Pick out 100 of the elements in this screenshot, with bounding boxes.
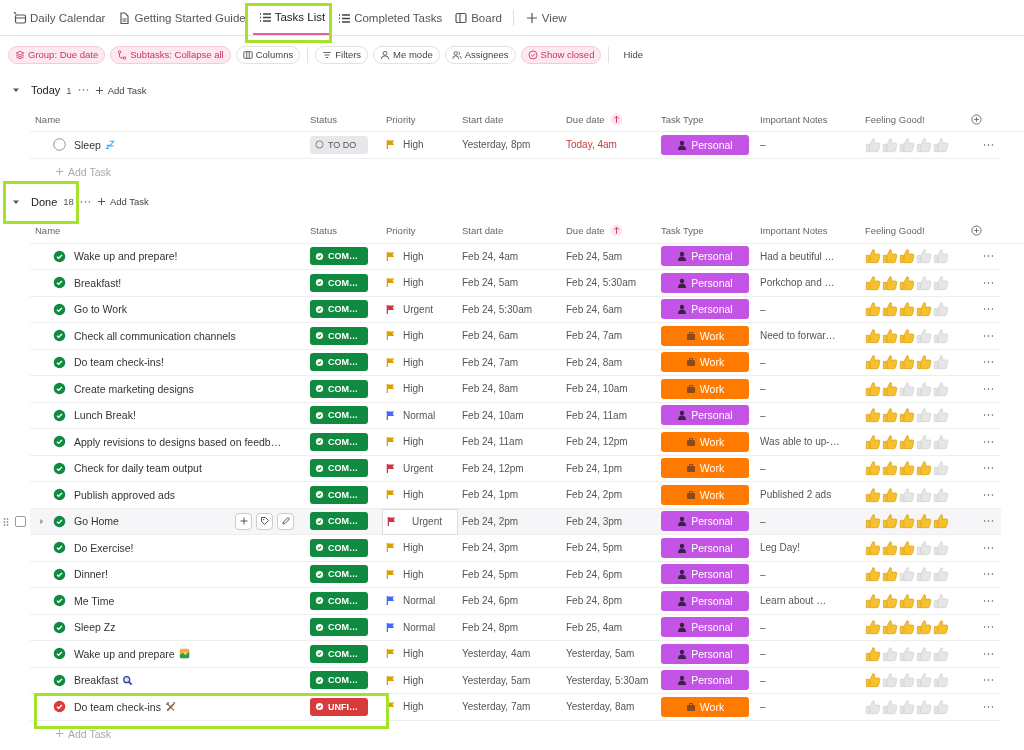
thumbs-up-icon[interactable] <box>865 248 881 265</box>
task-name[interactable]: Go to Work <box>74 303 127 316</box>
task-name[interactable]: Do team check-ins! <box>74 356 164 369</box>
empty-thumbs-up-icon[interactable] <box>933 645 949 662</box>
more-icon[interactable] <box>983 545 994 550</box>
thumbs-up-icon[interactable] <box>882 301 898 318</box>
thumbs-up-icon[interactable] <box>882 566 898 583</box>
empty-thumbs-up-icon[interactable] <box>916 248 932 265</box>
more-icon[interactable] <box>983 466 994 471</box>
empty-thumbs-up-icon[interactable] <box>916 274 932 291</box>
thumbs-up-icon[interactable] <box>865 433 881 450</box>
column-header[interactable]: Task Type <box>661 225 704 236</box>
caret-icon[interactable] <box>12 86 20 94</box>
thumbs-up-icon[interactable] <box>882 248 898 265</box>
more-icon[interactable] <box>983 280 994 285</box>
toolbar-chip[interactable]: Assignees <box>444 45 516 64</box>
thumbs-up-icon[interactable] <box>916 513 932 530</box>
empty-thumbs-up-icon[interactable] <box>933 698 949 715</box>
task-name[interactable]: Wake up and prepare! <box>74 250 178 263</box>
empty-thumbs-up-icon[interactable] <box>933 486 949 503</box>
tag-button[interactable] <box>256 512 273 530</box>
more-icon[interactable] <box>983 333 994 338</box>
thumbs-up-icon[interactable] <box>882 407 898 424</box>
empty-thumbs-up-icon[interactable] <box>899 645 915 662</box>
thumbs-up-icon[interactable] <box>865 460 881 477</box>
thumbs-up-icon[interactable] <box>899 592 915 609</box>
thumbs-up-icon[interactable] <box>865 619 881 636</box>
status-badge[interactable]: COM… <box>310 300 368 319</box>
empty-thumbs-up-icon[interactable] <box>933 433 949 450</box>
status-circle-icon[interactable] <box>53 355 66 369</box>
status-badge[interactable]: COM… <box>310 644 368 663</box>
empty-thumbs-up-icon[interactable] <box>882 136 898 153</box>
column-header[interactable]: Start date <box>462 113 504 125</box>
status-badge[interactable]: COM… <box>310 538 368 557</box>
thumbs-up-icon[interactable] <box>882 460 898 477</box>
thumbs-up-icon[interactable] <box>882 486 898 503</box>
status-circle-icon[interactable] <box>53 541 66 555</box>
thumbs-up-icon[interactable] <box>933 619 949 636</box>
toolbar-chip[interactable]: Group: Due date <box>8 45 106 64</box>
view-tab[interactable]: Daily Calendar <box>8 0 111 35</box>
status-circle-icon[interactable] <box>53 276 66 290</box>
thumbs-up-icon[interactable] <box>865 407 881 424</box>
empty-thumbs-up-icon[interactable] <box>933 592 949 609</box>
column-header[interactable]: Name <box>35 225 61 236</box>
more-icon[interactable] <box>983 142 994 147</box>
thumbs-up-icon[interactable] <box>865 513 881 530</box>
status-badge[interactable]: UNFI… <box>310 697 368 716</box>
empty-thumbs-up-icon[interactable] <box>933 301 949 318</box>
thumbs-up-icon[interactable] <box>916 354 932 371</box>
thumbs-up-icon[interactable] <box>899 274 915 291</box>
status-circle-icon[interactable] <box>53 673 66 687</box>
more-icon[interactable] <box>983 413 994 418</box>
task-type-tag[interactable]: Personal <box>661 299 749 320</box>
more-icon[interactable] <box>983 651 994 656</box>
empty-thumbs-up-icon[interactable] <box>916 698 932 715</box>
row-checkbox[interactable] <box>15 516 26 528</box>
empty-thumbs-up-icon[interactable] <box>933 327 949 344</box>
empty-thumbs-up-icon[interactable] <box>899 566 915 583</box>
thumbs-up-icon[interactable] <box>899 327 915 344</box>
toolbar-chip[interactable]: Show closed <box>520 45 602 64</box>
task-name[interactable]: Check for daily team output <box>74 462 202 475</box>
thumbs-up-icon[interactable] <box>882 327 898 344</box>
more-icon[interactable] <box>983 439 994 444</box>
thumbs-up-icon[interactable] <box>882 380 898 397</box>
empty-thumbs-up-icon[interactable] <box>933 566 949 583</box>
task-name[interactable]: Check all communication channels <box>74 329 236 342</box>
thumbs-up-icon[interactable] <box>882 592 898 609</box>
thumbs-up-icon[interactable] <box>899 539 915 556</box>
column-header[interactable]: Due date <box>566 113 605 125</box>
more-icon[interactable] <box>983 360 994 365</box>
thumbs-up-icon[interactable] <box>865 539 881 556</box>
column-header[interactable]: Priority <box>386 113 416 125</box>
status-badge[interactable]: COM… <box>310 485 368 504</box>
view-tab[interactable]: Completed Tasks <box>332 0 448 35</box>
more-icon[interactable] <box>983 492 994 497</box>
thumbs-up-icon[interactable] <box>865 592 881 609</box>
thumbs-up-icon[interactable] <box>882 619 898 636</box>
view-tab[interactable]: Board <box>449 0 507 35</box>
empty-thumbs-up-icon[interactable] <box>916 380 932 397</box>
task-name[interactable]: Apply revisions to designs based on feedb… <box>74 435 282 448</box>
thumbs-up-icon[interactable] <box>865 486 881 503</box>
status-badge[interactable]: TO DO <box>310 135 368 154</box>
task-type-tag[interactable]: Personal <box>661 134 749 155</box>
empty-thumbs-up-icon[interactable] <box>899 698 915 715</box>
status-badge[interactable]: COM… <box>310 432 368 451</box>
empty-thumbs-up-icon[interactable] <box>916 407 932 424</box>
status-circle-icon[interactable] <box>53 461 66 475</box>
more-icon[interactable] <box>983 598 994 603</box>
empty-thumbs-up-icon[interactable] <box>882 698 898 715</box>
thumbs-up-icon[interactable] <box>916 592 932 609</box>
thumbs-up-icon[interactable] <box>882 513 898 530</box>
task-name[interactable]: Do Exercise! <box>74 541 134 554</box>
column-header[interactable]: Feeling Good! <box>865 225 925 236</box>
empty-thumbs-up-icon[interactable] <box>899 380 915 397</box>
thumbs-up-icon[interactable] <box>865 380 881 397</box>
task-name[interactable]: Do team check-ins <box>74 700 161 713</box>
thumbs-up-icon[interactable] <box>899 407 915 424</box>
status-badge[interactable]: COM… <box>310 618 368 637</box>
task-type-tag[interactable]: Personal <box>661 272 749 293</box>
task-name[interactable]: Create marketing designs <box>74 382 194 395</box>
